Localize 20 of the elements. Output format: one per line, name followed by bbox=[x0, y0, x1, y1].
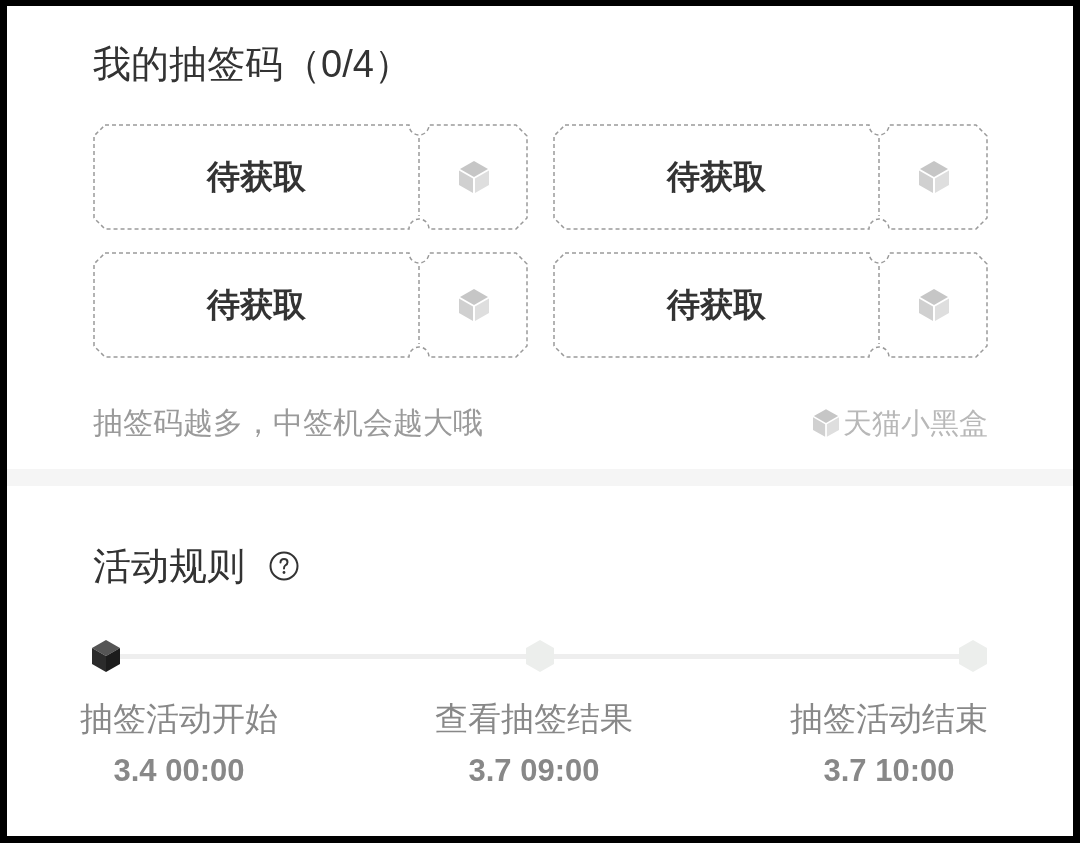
section-title: 我的抽签码（0/4） bbox=[93, 42, 412, 87]
step-label: 抽签活动结束 bbox=[790, 699, 988, 739]
step-time: 3.7 10:00 bbox=[823, 753, 955, 789]
ticket-status: 待获取 bbox=[206, 157, 306, 197]
help-icon[interactable] bbox=[269, 551, 299, 581]
cube-icon bbox=[918, 161, 949, 193]
step-label: 抽签活动开始 bbox=[80, 699, 278, 739]
step-time: 3.4 00:00 bbox=[113, 753, 245, 789]
brand-name: 天猫小黑盒 bbox=[843, 406, 988, 441]
ticket-status: 待获取 bbox=[666, 157, 766, 197]
cube-icon bbox=[458, 161, 489, 193]
cube-icon bbox=[458, 289, 489, 321]
hint-text: 抽签码越多，中签机会越大哦 bbox=[93, 405, 483, 441]
step-time: 3.7 09:00 bbox=[468, 753, 600, 789]
step-label: 查看抽签结果 bbox=[435, 699, 633, 739]
ticket-status: 待获取 bbox=[666, 285, 766, 325]
ticket-status: 待获取 bbox=[206, 285, 306, 325]
section-title: 活动规则 bbox=[93, 544, 245, 589]
cube-logo-icon bbox=[813, 409, 839, 437]
cube-icon bbox=[918, 289, 949, 321]
